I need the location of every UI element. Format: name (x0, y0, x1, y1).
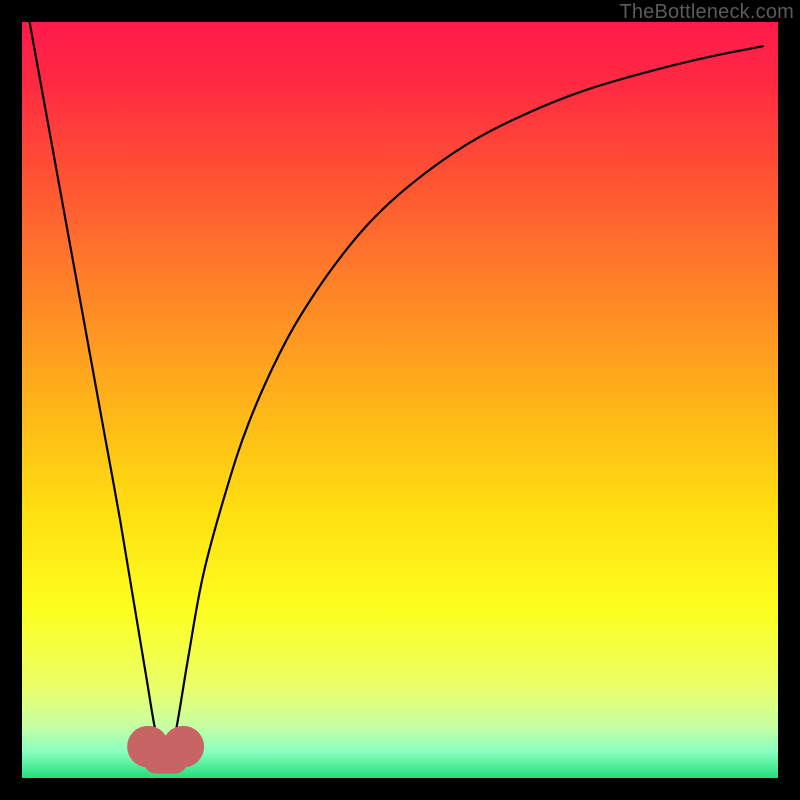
watermark-text: TheBottleneck.com (619, 1, 794, 24)
chart-container: TheBottleneck.com (0, 0, 800, 800)
gradient-background (22, 22, 778, 778)
chart-svg (22, 22, 778, 778)
plot-area (22, 22, 778, 778)
